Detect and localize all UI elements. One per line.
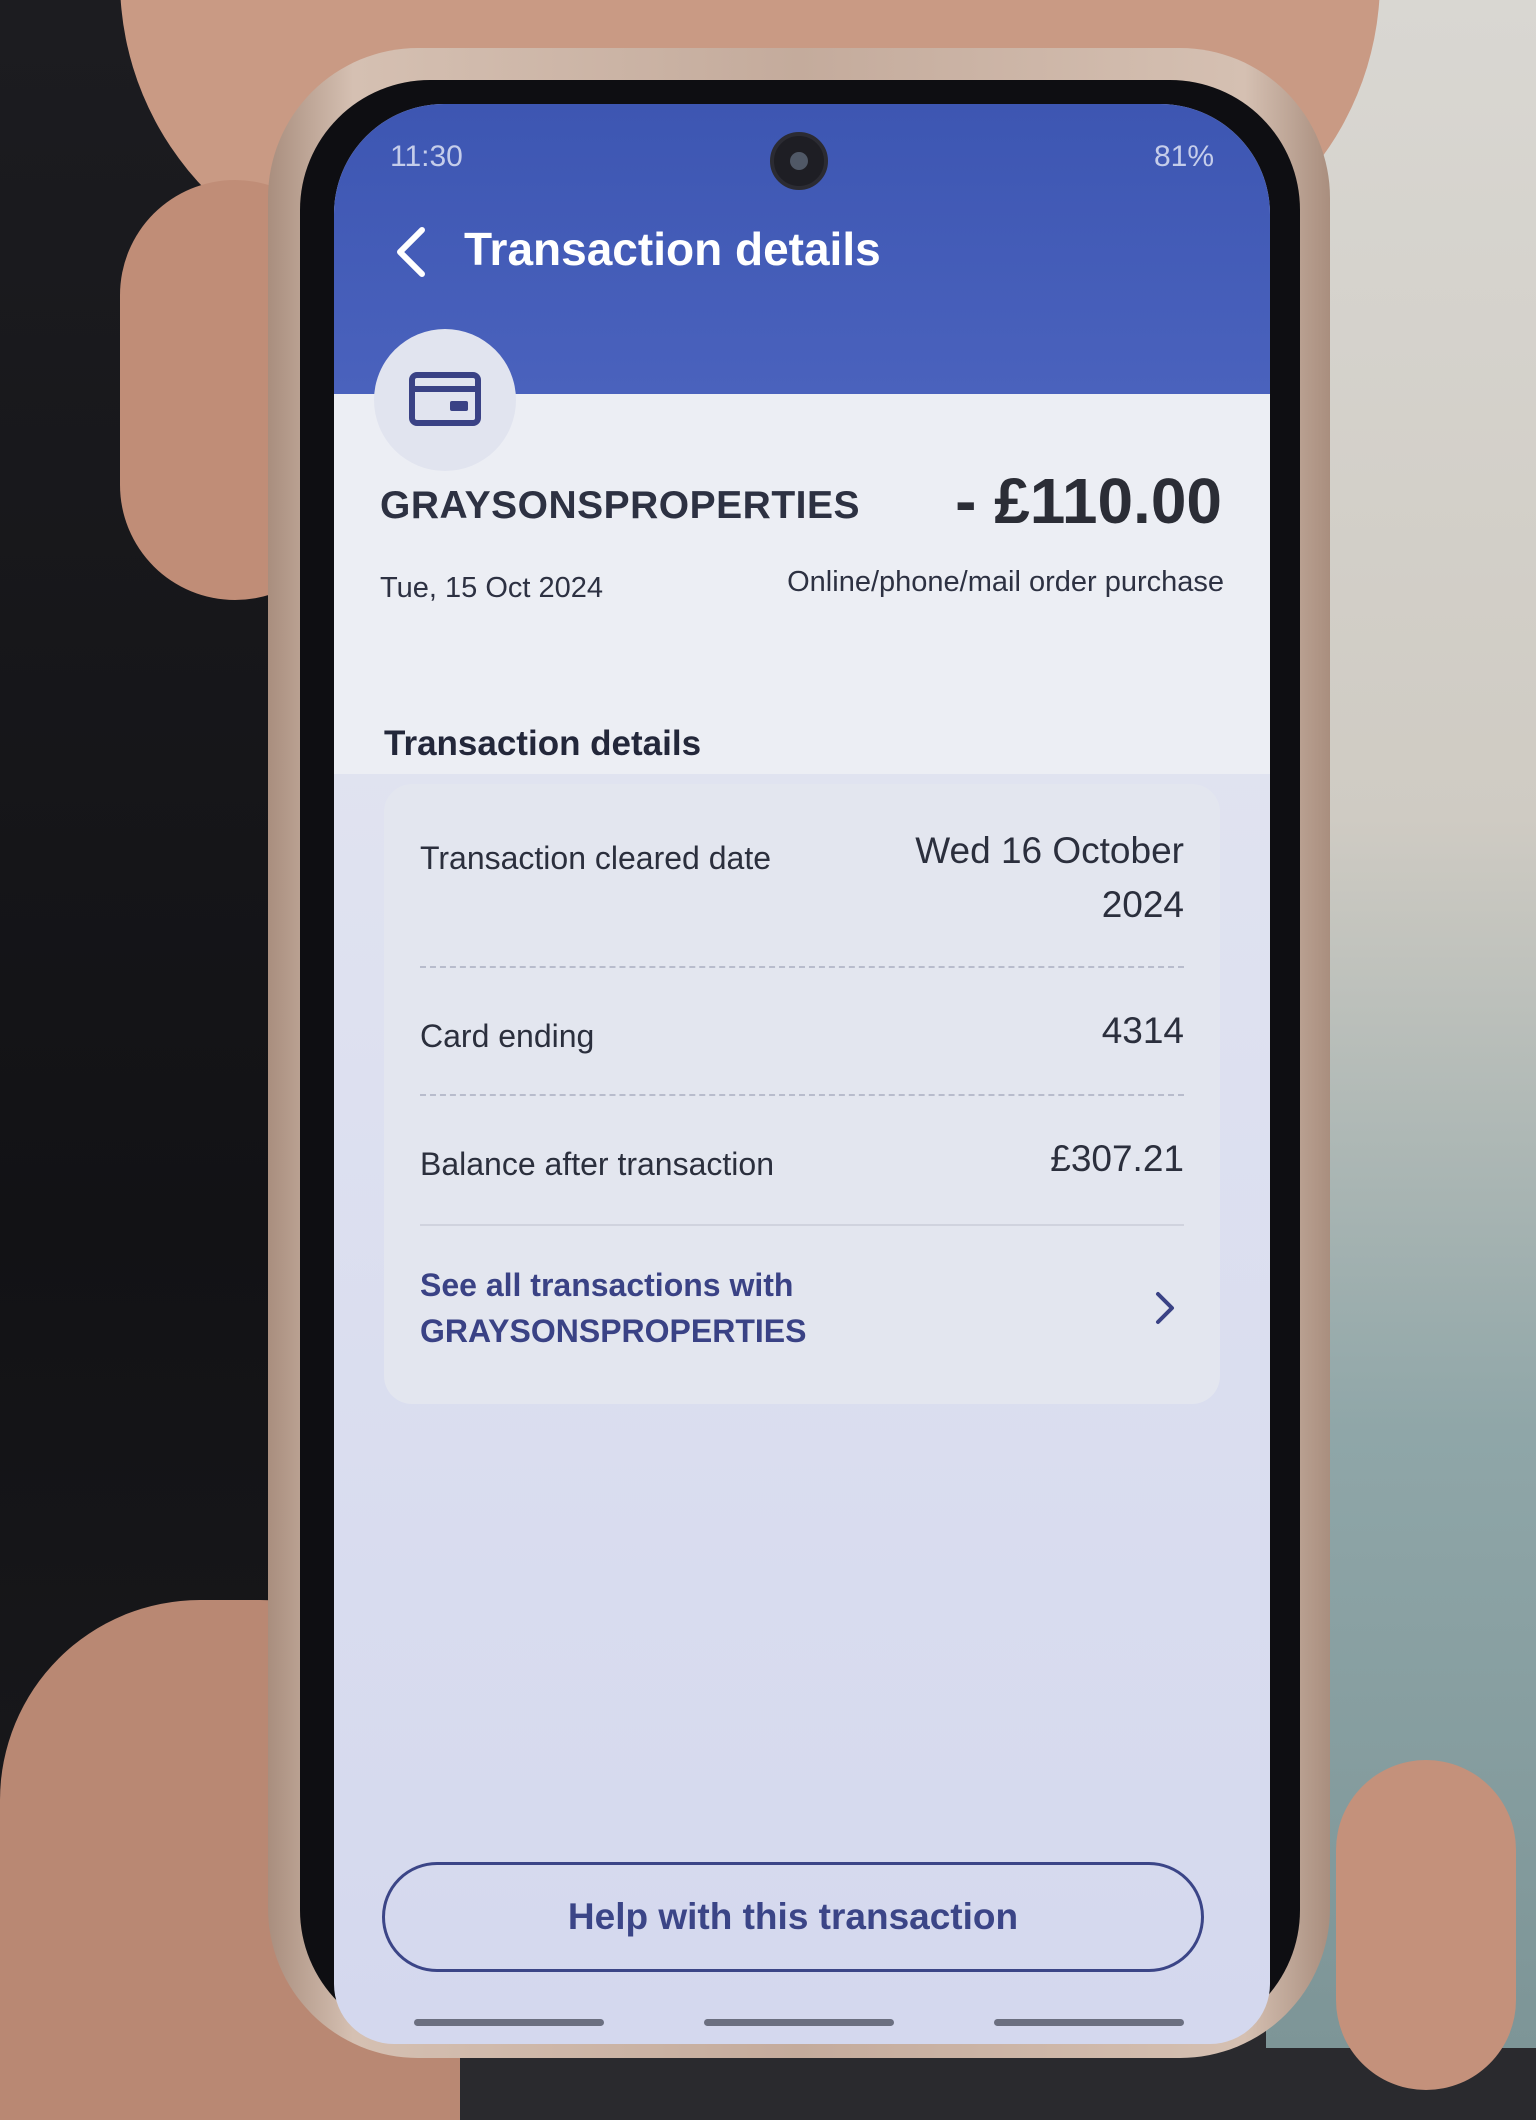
detail-label: Card ending: [420, 1018, 595, 1054]
nav-indicator: [414, 2019, 604, 2026]
detail-label: Balance after transaction: [420, 1146, 774, 1182]
detail-label: Transaction cleared date: [420, 840, 772, 876]
status-time: 11:30: [390, 140, 463, 173]
details-section-title: Transaction details: [384, 724, 702, 763]
card-badge: [374, 329, 516, 471]
phone-screen: 11:30 81% Transaction details GRAYSONSPR…: [334, 104, 1270, 2044]
chevron-right-icon: [1156, 1292, 1174, 1324]
row-divider: [420, 966, 1184, 968]
page-title: Transaction details: [464, 223, 881, 275]
hand-bottom-right: [1336, 1760, 1516, 2090]
link-line1: See all transactions with: [420, 1267, 794, 1303]
cleared-date-line1: Wed 16 October: [915, 830, 1184, 871]
detail-value: Wed 16 October 2024: [915, 824, 1184, 932]
cleared-date-line2: 2024: [1101, 884, 1184, 925]
transaction-amount: - £110.00: [955, 465, 1222, 537]
status-battery: 81%: [1153, 140, 1214, 173]
nav-indicator: [704, 2019, 894, 2026]
see-all-transactions-link[interactable]: See all transactions with GRAYSONSPROPER…: [384, 1232, 1220, 1404]
front-camera: [770, 132, 828, 190]
navigation-bar: [394, 2019, 1214, 2027]
transaction-date: Tue, 15 Oct 2024: [380, 572, 604, 604]
row-divider: [420, 1094, 1184, 1096]
details-card: Transaction cleared date Wed 16 October …: [384, 784, 1220, 1404]
nav-indicator: [994, 2019, 1184, 2026]
card-icon: [409, 372, 481, 426]
help-with-transaction-button[interactable]: Help with this transaction: [382, 1862, 1204, 1972]
chevron-left-icon: [397, 227, 425, 277]
row-divider: [420, 1224, 1184, 1226]
see-all-transactions-text: See all transactions with GRAYSONSPROPER…: [420, 1262, 806, 1354]
back-button[interactable]: [388, 222, 438, 282]
merchant-name: GRAYSONSPROPERTIES: [380, 484, 861, 527]
link-line2: GRAYSONSPROPERTIES: [420, 1313, 807, 1349]
purchase-type: Online/phone/mail order purchase: [787, 566, 1224, 598]
detail-value: £307.21: [1050, 1138, 1184, 1179]
detail-value: 4314: [1101, 1010, 1184, 1051]
